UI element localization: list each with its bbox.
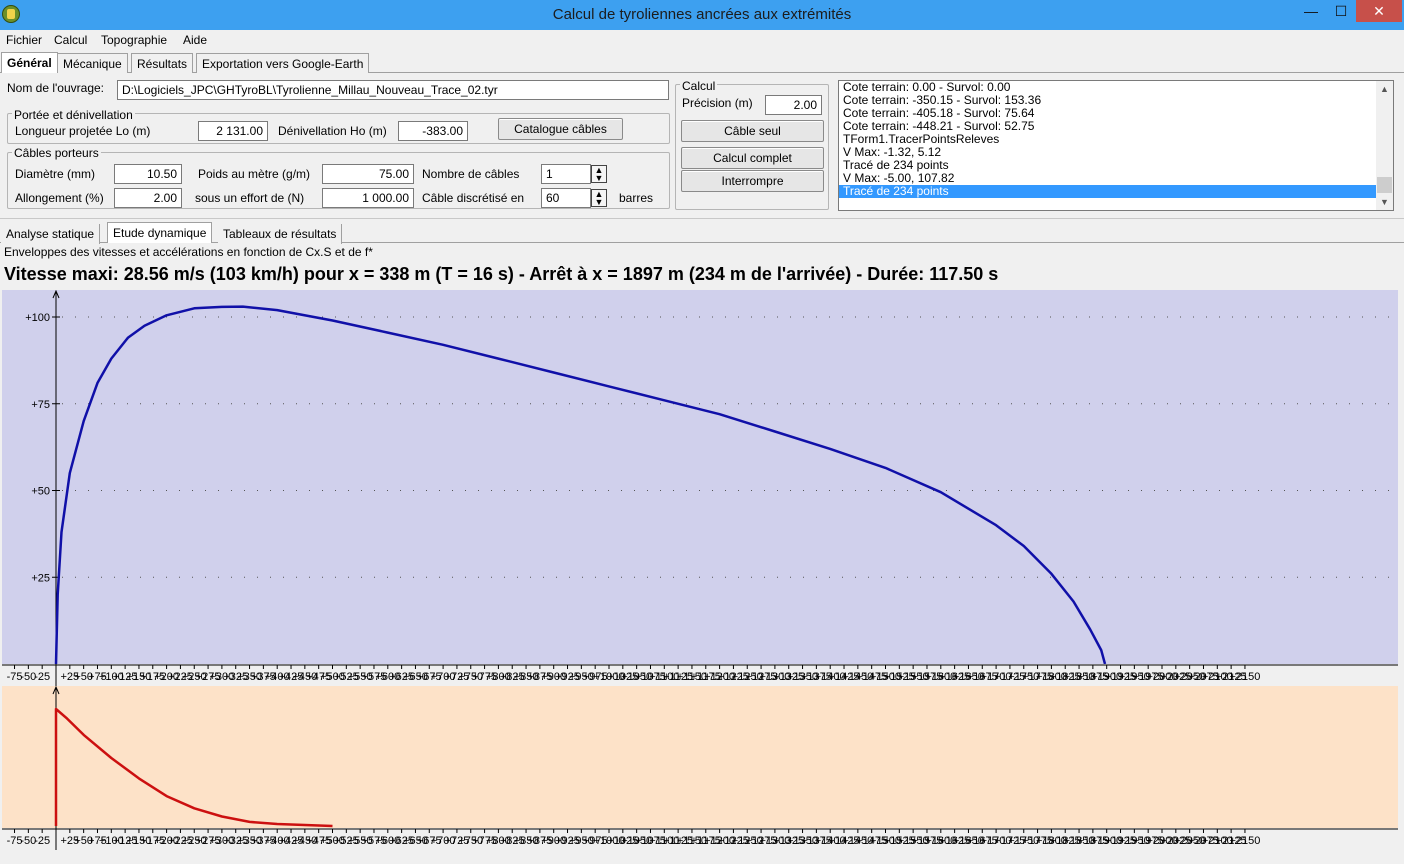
catalogue-cables-button[interactable]: Catalogue câbles bbox=[498, 118, 623, 140]
tab-exportation-google-earth[interactable]: Exportation vers Google-Earth bbox=[196, 53, 370, 73]
menu-aide[interactable]: Aide bbox=[183, 33, 207, 47]
ouvrage-label: Nom de l'ouvrage: bbox=[7, 81, 105, 95]
x-tick-label: +2150 bbox=[1229, 835, 1260, 847]
acceleration-chart-svg bbox=[52, 686, 333, 828]
discretise-input[interactable]: 60 bbox=[541, 188, 591, 208]
poids-input[interactable]: 75.00 bbox=[322, 164, 414, 184]
allongement-label: Allongement (%) bbox=[15, 191, 104, 205]
speed-chart-x-axis: -75 -50 -25 +25 +50 +75 +100 +125 +150 +175 +200 +2… bbox=[2, 664, 1398, 686]
interrompre-button[interactable]: Interrompre bbox=[681, 170, 824, 192]
discretise-spinner[interactable]: ▲ ▼ bbox=[591, 189, 607, 207]
effort-label: sous un effort de (N) bbox=[195, 191, 305, 205]
calcul-legend: Calcul bbox=[680, 79, 718, 93]
speed-chart-svg: +25 +50 +75 +100 bbox=[25, 290, 1396, 664]
precision-label: Précision (m) bbox=[682, 96, 753, 110]
acceleration-chart bbox=[2, 686, 1398, 828]
allongement-input[interactable]: 2.00 bbox=[114, 188, 182, 208]
y-tick-label: +25 bbox=[31, 572, 50, 584]
menu-topographie[interactable]: Topographie bbox=[101, 33, 167, 47]
y-tick-label: +50 bbox=[31, 486, 50, 498]
scroll-thumb[interactable] bbox=[1377, 177, 1392, 193]
tab-analyse-statique[interactable]: Analyse statique bbox=[1, 224, 101, 244]
speed-chart: +25 +50 +75 +100 bbox=[2, 290, 1398, 664]
poids-label: Poids au mètre (g/m) bbox=[198, 167, 311, 181]
acceleration-chart-x-axis-svg: -75-50-25 +25+50+75+100+125+150+175+200+2… bbox=[2, 828, 1398, 850]
log-scrollbar[interactable]: ▲ ▼ bbox=[1376, 81, 1393, 210]
calcul-complet-button[interactable]: Calcul complet bbox=[681, 147, 824, 169]
scroll-up-icon[interactable]: ▲ bbox=[1376, 81, 1393, 97]
longueur-input[interactable]: 2 131.00 bbox=[198, 121, 268, 141]
longueur-label: Longueur projetée Lo (m) bbox=[15, 124, 151, 138]
acceleration-chart-x-axis: -75 -50 -25 +25 +50 +75 +100 +125 +150 +175 +200 +2… bbox=[2, 828, 1398, 850]
tab-tableaux-resultats[interactable]: Tableaux de résultats bbox=[218, 224, 343, 244]
x-tick-label: +2150 bbox=[1229, 671, 1260, 683]
x-tick-label: -25 bbox=[34, 671, 50, 683]
diametre-label: Diamètre (mm) bbox=[15, 167, 95, 181]
nombre-cables-input[interactable]: 1 bbox=[541, 164, 591, 184]
close-button[interactable]: ✕ bbox=[1356, 0, 1402, 22]
maximize-button[interactable]: ☐ bbox=[1326, 0, 1356, 22]
results-headline: Vitesse maxi: 28.56 m/s (103 km/h) pour … bbox=[4, 264, 999, 284]
menu-calcul[interactable]: Calcul bbox=[54, 33, 87, 47]
acceleration-curve bbox=[54, 707, 333, 828]
cable-seul-button[interactable]: Câble seul bbox=[681, 120, 824, 142]
menu-fichier[interactable]: Fichier bbox=[6, 33, 42, 47]
section-separator bbox=[0, 218, 1404, 219]
denivellation-input[interactable]: -383.00 bbox=[398, 121, 468, 141]
nombre-cables-label: Nombre de câbles bbox=[422, 167, 520, 181]
tab-resultats[interactable]: Résultats bbox=[131, 53, 194, 73]
x-tick-label: -25 bbox=[34, 835, 50, 847]
tab-etude-dynamique[interactable]: Etude dynamique bbox=[107, 222, 213, 243]
y-tick-label: +75 bbox=[31, 399, 50, 411]
barres-label: barres bbox=[619, 191, 654, 205]
denivellation-label: Dénivellation Ho (m) bbox=[278, 124, 387, 138]
portee-legend: Portée et dénivellation bbox=[12, 108, 135, 122]
log-listbox[interactable]: Cote terrain: 0.00 - Survol: 0.00 Cote t… bbox=[838, 80, 1394, 211]
discretise-label: Câble discrétisé en bbox=[422, 191, 525, 205]
chart-subtitle: Enveloppes des vitesses et accélérations… bbox=[4, 245, 373, 259]
diametre-input[interactable]: 10.50 bbox=[114, 164, 182, 184]
menu-bar: Fichier Calcul Topographie Aide bbox=[0, 30, 1404, 50]
title-bar[interactable]: Calcul de tyroliennes ancrées aux extrém… bbox=[0, 0, 1404, 30]
minimize-button[interactable]: — bbox=[1296, 0, 1326, 22]
speed-curve bbox=[54, 305, 1107, 664]
precision-input[interactable]: 2.00 bbox=[765, 95, 822, 115]
cables-legend: Câbles porteurs bbox=[12, 146, 101, 160]
tab-mecanique[interactable]: Mécanique bbox=[57, 53, 128, 73]
effort-input[interactable]: 1 000.00 bbox=[322, 188, 414, 208]
window-title: Calcul de tyroliennes ancrées aux extrém… bbox=[552, 6, 852, 23]
tab-general[interactable]: Général bbox=[1, 52, 58, 73]
ouvrage-input[interactable]: D:\Logiciels_JPC\GHTyroBL\Tyrolienne_Mil… bbox=[117, 80, 669, 100]
log-line-selected[interactable]: Tracé de 234 points bbox=[839, 185, 1376, 198]
scroll-down-icon[interactable]: ▼ bbox=[1376, 194, 1393, 210]
speed-chart-x-axis-svg: -75-50-25 +25+50+75+100+125+150+175+200+2… bbox=[2, 664, 1398, 686]
y-tick-label: +100 bbox=[25, 312, 50, 324]
nombre-cables-spinner[interactable]: ▲ ▼ bbox=[591, 165, 607, 183]
